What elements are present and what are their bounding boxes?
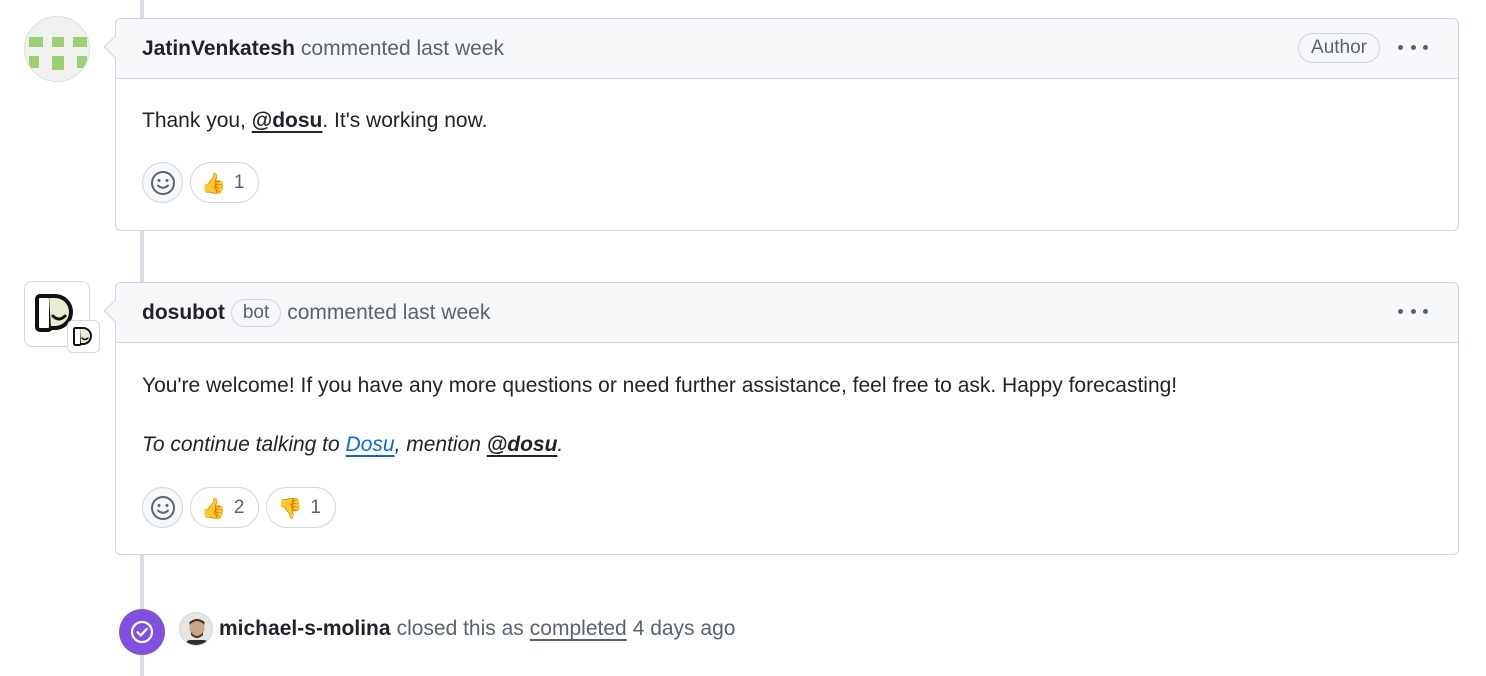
avatar-michael-s-molina[interactable] bbox=[179, 612, 213, 646]
kebab-dot-icon bbox=[1410, 308, 1416, 314]
thumbs-up-icon: 👍 bbox=[201, 495, 226, 520]
comment-timestamp[interactable]: commented last week bbox=[301, 37, 504, 61]
kebab-dot-icon bbox=[1398, 308, 1403, 314]
comment-text: To continue talking to bbox=[142, 433, 346, 456]
comment-paragraph: You're welcome! If you have any more que… bbox=[142, 374, 1178, 397]
reaction-count: 1 bbox=[233, 171, 245, 193]
comment-header: dosubot bot commented last week bbox=[103, 283, 1458, 343]
comment-text: . bbox=[557, 433, 564, 456]
smiley-icon bbox=[150, 495, 175, 520]
comment-caret bbox=[103, 35, 127, 59]
event-text: closed this as bbox=[396, 617, 524, 640]
comment-timestamp[interactable]: commented last week bbox=[287, 301, 490, 325]
user-photo-icon bbox=[180, 613, 212, 645]
reactions-bar: 👍 2 👎 1 bbox=[116, 487, 1458, 528]
reactions-bar: 👍 1 bbox=[116, 162, 1458, 203]
author-badge: Author bbox=[1298, 33, 1380, 63]
reaction-thumbs-up[interactable]: 👍 1 bbox=[190, 162, 260, 203]
closed-event: michael-s-molina closed this as complete… bbox=[179, 612, 735, 646]
mention-link[interactable]: @dosu bbox=[487, 433, 558, 456]
comment-header: JatinVenkatesh commented last week Autho… bbox=[103, 19, 1458, 79]
bot-badge: bot bbox=[230, 298, 282, 327]
comment-text: Thank you, bbox=[142, 109, 252, 132]
add-reaction-button[interactable] bbox=[142, 162, 183, 203]
reaction-thumbs-up[interactable]: 👍 2 bbox=[190, 487, 260, 528]
comment-author[interactable]: dosubot bbox=[142, 301, 225, 325]
comment-dosubot: dosubot bot commented last week You're w… bbox=[103, 282, 1459, 555]
closed-completed-icon bbox=[119, 609, 165, 655]
kebab-dot-icon bbox=[1410, 44, 1416, 50]
kebab-dot-icon bbox=[1398, 44, 1403, 50]
comment-options-button[interactable] bbox=[1398, 299, 1428, 323]
comment-jatinvenkatesh: JatinVenkatesh commented last week Autho… bbox=[103, 18, 1459, 231]
check-circle-icon bbox=[130, 620, 154, 644]
comment-body: Thank you, @dosu. It's working now. bbox=[116, 79, 1458, 136]
dosu-mini-logo-icon bbox=[73, 327, 92, 346]
comment-author[interactable]: JatinVenkatesh bbox=[142, 37, 295, 61]
event-time[interactable]: 4 days ago bbox=[633, 617, 736, 641]
reaction-count: 1 bbox=[310, 496, 321, 518]
bot-badge-avatar bbox=[67, 320, 100, 353]
mention-link[interactable]: @dosu bbox=[252, 109, 323, 132]
reaction-thumbs-down[interactable]: 👎 1 bbox=[266, 487, 336, 528]
event-user[interactable]: michael-s-molina bbox=[219, 617, 391, 641]
reaction-count: 2 bbox=[233, 496, 245, 518]
dosu-link[interactable]: Dosu bbox=[346, 433, 395, 456]
comment-paragraph: To continue talking to Dosu, mention @do… bbox=[142, 430, 1432, 460]
comment-text: , mention bbox=[394, 433, 487, 456]
thumbs-down-icon: 👎 bbox=[277, 495, 303, 520]
kebab-dot-icon bbox=[1423, 44, 1428, 50]
comment-caret bbox=[103, 299, 127, 323]
comment-body: You're welcome! If you have any more que… bbox=[116, 343, 1458, 460]
thumbs-up-icon: 👍 bbox=[201, 170, 226, 195]
comment-options-button[interactable] bbox=[1398, 35, 1428, 59]
add-reaction-button[interactable] bbox=[142, 487, 183, 528]
comment-text: . It's working now. bbox=[322, 109, 488, 132]
identicon-icon bbox=[25, 17, 89, 81]
avatar-jatinvenkatesh[interactable] bbox=[24, 16, 90, 82]
kebab-dot-icon bbox=[1423, 308, 1428, 314]
completed-link[interactable]: completed bbox=[530, 617, 627, 641]
smiley-icon bbox=[150, 170, 175, 195]
